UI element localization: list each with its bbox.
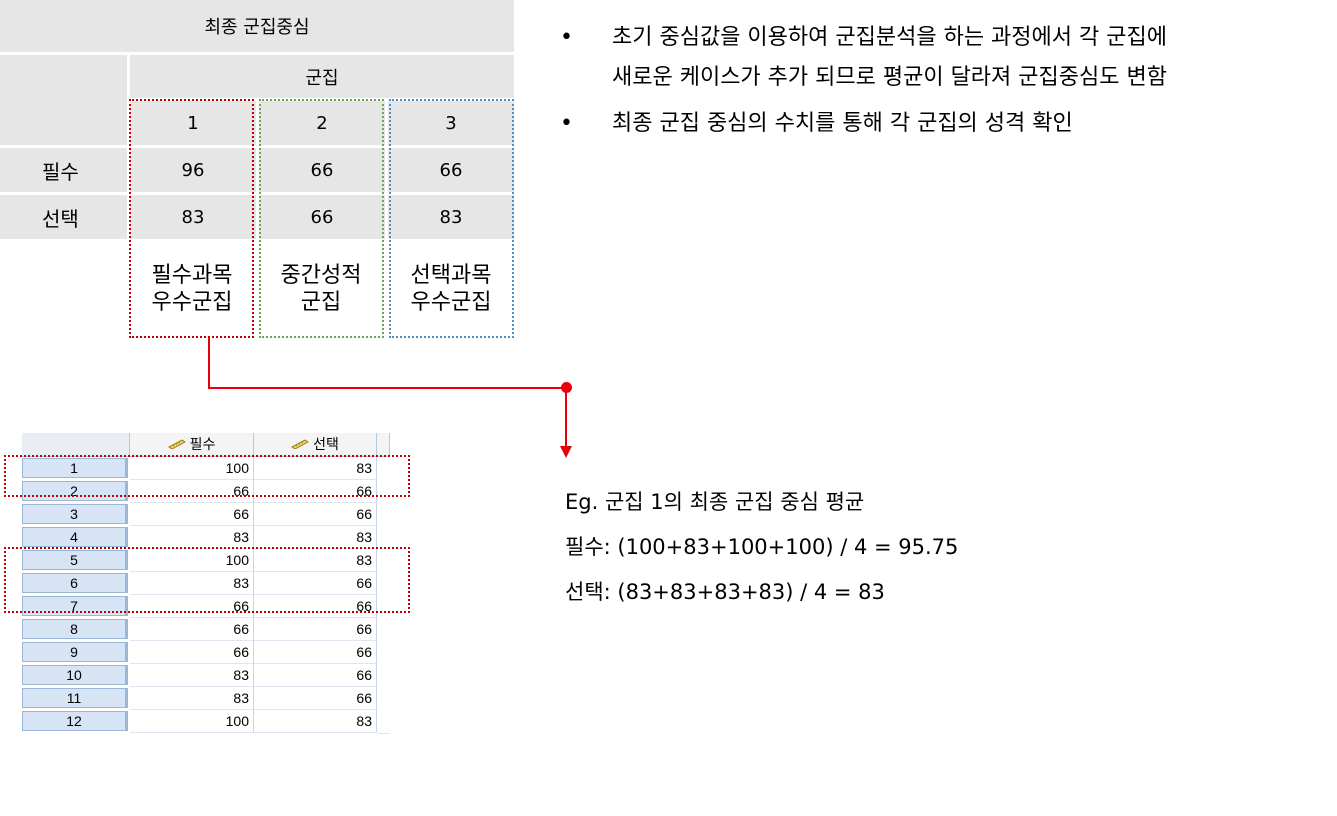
cell-empty[interactable]	[377, 664, 390, 688]
row-number[interactable]: 10	[22, 665, 128, 685]
example-title: Eg. 군집 1의 최종 군집 중심 평균	[565, 490, 865, 514]
table-row[interactable]: 4 83 83	[22, 526, 390, 550]
table-row[interactable]: 12 100 83	[22, 710, 390, 734]
cell-required[interactable]: 83	[130, 664, 254, 687]
cluster-2-caption-line1: 중간성적	[280, 263, 362, 288]
cell-elective[interactable]: 83	[254, 526, 377, 549]
ruler-icon	[291, 439, 309, 449]
column-header-elective[interactable]: 선택	[254, 433, 377, 455]
row-number[interactable]: 8	[22, 619, 128, 639]
cluster-1-caption-line2: 우수군집	[151, 290, 233, 315]
cluster-3-caption-line2: 우수군집	[410, 290, 492, 315]
row-number[interactable]: 9	[22, 642, 128, 662]
cell-required[interactable]: 100	[130, 710, 254, 733]
column-header-required[interactable]: 필수	[130, 433, 254, 455]
cluster-2-caption-line2: 군집	[300, 290, 342, 315]
explanation-bullets: • 초기 중심값을 이용하여 군집분석을 하는 과정에서 각 군집에 새로운 케…	[560, 18, 1330, 144]
bullet-item-1: • 초기 중심값을 이용하여 군집분석을 하는 과정에서 각 군집에 새로운 케…	[560, 18, 1330, 98]
row-label-required: 필수	[0, 148, 127, 192]
row-label-elective: 선택	[0, 195, 127, 239]
bullet-dot: •	[560, 111, 573, 136]
row-number[interactable]: 4	[22, 527, 128, 547]
bullet-1-line2: 새로운 케이스가 추가 되므로 평균이 달라져 군집중심도 변함	[612, 65, 1167, 90]
cell-required[interactable]: 66	[130, 641, 254, 664]
cell-required[interactable]: 66	[130, 618, 254, 641]
cell-empty[interactable]	[377, 687, 390, 711]
arrow-down-icon	[560, 446, 572, 458]
table-title: 최종 군집중심	[0, 0, 514, 52]
cell-elective[interactable]: 83	[254, 710, 377, 733]
row-1-highlight-box	[4, 455, 410, 497]
column-header-empty[interactable]	[377, 433, 390, 455]
grid-header-row: 필수 선택	[22, 433, 390, 457]
cell-elective[interactable]: 66	[254, 641, 377, 664]
bullet-2-line1: 최종 군집 중심의 수치를 통해 각 군집의 성격 확인	[612, 111, 1073, 136]
cell-empty[interactable]	[377, 618, 390, 642]
row-number[interactable]: 11	[22, 688, 128, 708]
column-header-required-label: 필수	[189, 437, 216, 453]
rows-4-5-highlight-box	[4, 547, 410, 613]
cluster-3-caption: 선택과목 우수군집	[389, 262, 513, 316]
example-required-calc: 필수: (100+83+100+100) / 4 = 95.75	[565, 535, 959, 559]
cell-elective[interactable]: 66	[254, 503, 377, 526]
table-row[interactable]: 11 83 66	[22, 687, 390, 711]
row-number[interactable]: 3	[22, 504, 128, 524]
table-row[interactable]: 3 66 66	[22, 503, 390, 527]
cell-required[interactable]: 83	[130, 526, 254, 549]
grid-corner	[22, 433, 130, 455]
connector-vertical-1	[208, 338, 210, 388]
cell-empty[interactable]	[377, 503, 390, 527]
connector-vertical-2	[565, 388, 567, 448]
example-elective-calc: 선택: (83+83+83+83) / 4 = 83	[565, 580, 885, 604]
cluster-1-caption: 필수과목 우수군집	[130, 262, 254, 316]
cell-empty[interactable]	[377, 641, 390, 665]
bullet-dot: •	[560, 25, 573, 50]
corner-cell	[0, 55, 127, 145]
example-calculation: Eg. 군집 1의 최종 군집 중심 평균 필수: (100+83+100+10…	[565, 480, 958, 615]
table-row[interactable]: 9 66 66	[22, 641, 390, 665]
table-row[interactable]: 10 83 66	[22, 664, 390, 688]
cell-required[interactable]: 66	[130, 503, 254, 526]
cell-empty[interactable]	[377, 710, 390, 734]
cell-required[interactable]: 83	[130, 687, 254, 710]
cluster-3-caption-line1: 선택과목	[410, 263, 492, 288]
cell-elective[interactable]: 66	[254, 618, 377, 641]
bullet-1-line1: 초기 중심값을 이용하여 군집분석을 하는 과정에서 각 군집에	[612, 25, 1167, 50]
cluster-2-caption: 중간성적 군집	[259, 262, 383, 316]
table-row[interactable]: 8 66 66	[22, 618, 390, 642]
column-header-elective-label: 선택	[313, 437, 339, 453]
cluster-header: 군집	[130, 55, 514, 98]
cluster-1-caption-line1: 필수과목	[151, 263, 233, 288]
ruler-icon	[167, 439, 186, 449]
connector-horizontal	[208, 387, 567, 389]
cell-elective[interactable]: 66	[254, 664, 377, 687]
cell-elective[interactable]: 66	[254, 687, 377, 710]
row-number[interactable]: 12	[22, 711, 128, 731]
bullet-item-2: • 최종 군집 중심의 수치를 통해 각 군집의 성격 확인	[560, 104, 1330, 144]
